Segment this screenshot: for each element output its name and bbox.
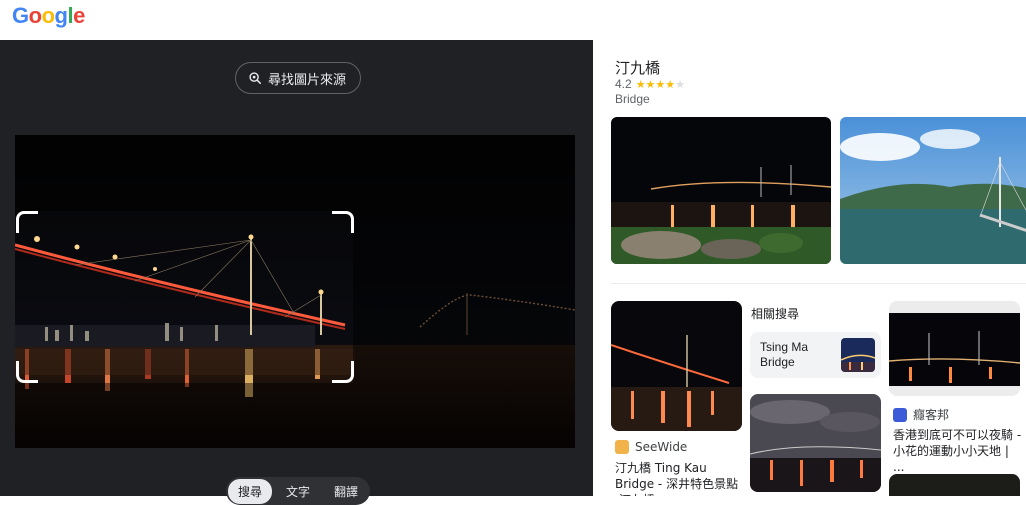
crop-handle-top-right[interactable] bbox=[332, 211, 354, 233]
top-bar: Google bbox=[0, 0, 1026, 40]
find-image-source-label: 尋找圖片來源 bbox=[268, 72, 347, 88]
tab-search[interactable]: 搜尋 bbox=[228, 478, 273, 504]
result-card-2-image[interactable] bbox=[889, 301, 1020, 396]
related-search-chip-label: Tsing Ma Bridge bbox=[760, 340, 809, 369]
related-search-chip-thumbnail bbox=[841, 338, 875, 372]
crop-handle-bottom-left[interactable] bbox=[16, 361, 38, 383]
seewide-favicon-icon bbox=[615, 440, 629, 454]
related-search-chip[interactable]: Tsing Ma Bridge bbox=[750, 332, 881, 378]
tab-text[interactable]: 文字 bbox=[276, 479, 320, 504]
uploaded-photo[interactable] bbox=[15, 135, 575, 448]
result-card-1-image[interactable] bbox=[611, 301, 742, 431]
result-card-middle-image[interactable] bbox=[750, 394, 881, 492]
crop-handle-top-left[interactable] bbox=[16, 211, 38, 233]
entity-rating: 4.2 ★★★★★ bbox=[615, 77, 685, 91]
google-logo[interactable]: Google bbox=[12, 3, 85, 29]
result-card-2-source[interactable]: 癮客邦 bbox=[893, 406, 949, 423]
result-card-1-source[interactable]: SeeWide bbox=[615, 440, 687, 454]
crop-dim-top bbox=[15, 135, 353, 211]
lens-search-icon bbox=[249, 72, 262, 85]
crop-handle-bottom-right[interactable] bbox=[332, 361, 354, 383]
result-card-2-source-name: 癮客邦 bbox=[913, 408, 950, 422]
entity-image-1[interactable] bbox=[611, 117, 831, 264]
rating-stars-icon: ★★★★★ bbox=[635, 78, 686, 91]
section-divider bbox=[611, 283, 1026, 284]
result-card-3-image[interactable] bbox=[889, 474, 1020, 496]
result-card-1-caption[interactable]: 汀九橋 Ting Kau Bridge - 深井特色景點 ,汀九橋... bbox=[615, 460, 741, 496]
rating-value: 4.2 bbox=[615, 77, 632, 91]
result-card-2-caption[interactable]: 香港到底可不可以夜騎 - 小花的運動小小天地 | ... bbox=[893, 427, 1023, 475]
result-card-1-source-name: SeeWide bbox=[635, 440, 688, 454]
lens-image-panel: 尋找圖片來源 搜尋 文字 翻譯 bbox=[0, 40, 593, 505]
crop-dim-right bbox=[353, 135, 575, 448]
crop-dim-bottom bbox=[15, 383, 353, 448]
related-searches-title: 相關搜尋 bbox=[751, 307, 800, 321]
results-panel: 汀九橋 4.2 ★★★★★ Bridge SeeWide 汀九橋 Ting Ka… bbox=[593, 40, 1026, 496]
entity-image-2[interactable] bbox=[840, 117, 1026, 264]
lens-mode-tabs: 搜尋 文字 翻譯 bbox=[226, 477, 371, 505]
source-favicon-icon bbox=[893, 407, 907, 422]
entity-type: Bridge bbox=[615, 92, 650, 106]
tab-translate[interactable]: 翻譯 bbox=[324, 479, 368, 504]
find-image-source-button[interactable]: 尋找圖片來源 bbox=[235, 62, 362, 94]
entity-title[interactable]: 汀九橋 bbox=[615, 57, 660, 78]
